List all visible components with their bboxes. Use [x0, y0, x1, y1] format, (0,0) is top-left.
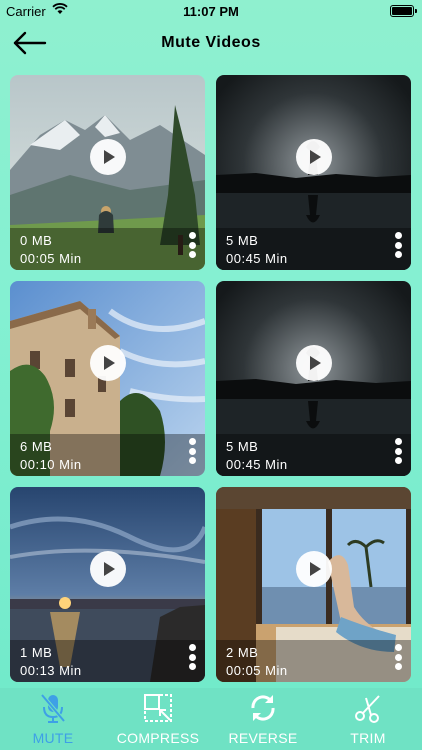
duration: 00:05 Min: [20, 251, 82, 266]
status-bar: Carrier 11:07 PM: [0, 0, 422, 22]
file-size: 5 MB: [226, 439, 259, 454]
tab-label: REVERSE: [228, 730, 298, 746]
tab-bar: MUTE COMPRESS REVERSE TRIM: [0, 688, 422, 750]
compress-icon: [144, 694, 172, 722]
page-title: Mute Videos: [161, 34, 261, 51]
video-card[interactable]: 6 MB 00:10 Min: [10, 281, 205, 476]
more-options-button[interactable]: [187, 644, 197, 676]
play-button[interactable]: [90, 551, 126, 587]
video-card[interactable]: 2 MB 00:05 Min: [216, 487, 411, 682]
video-card[interactable]: 5 MB 00:45 Min: [216, 75, 411, 270]
file-size: 2 MB: [226, 645, 259, 660]
tab-reverse[interactable]: REVERSE: [213, 692, 313, 750]
tab-label: MUTE: [32, 730, 74, 746]
scissors-icon: [355, 695, 380, 723]
duration: 00:45 Min: [226, 251, 288, 266]
play-button[interactable]: [296, 551, 332, 587]
more-options-button[interactable]: [393, 644, 403, 676]
file-size: 0 MB: [20, 233, 53, 248]
mic-off-icon: [40, 693, 66, 723]
tab-mute[interactable]: MUTE: [3, 692, 103, 750]
tab-trim[interactable]: TRIM: [318, 692, 418, 750]
tab-label: TRIM: [350, 730, 386, 746]
more-options-button[interactable]: [187, 232, 197, 264]
nav-bar: Mute Videos: [0, 22, 422, 66]
video-card[interactable]: 0 MB 00:05 Min: [10, 75, 205, 270]
more-options-button[interactable]: [393, 438, 403, 470]
clock: 11:07 PM: [183, 4, 239, 19]
reverse-icon: [251, 695, 275, 721]
more-options-button[interactable]: [393, 232, 403, 264]
duration: 00:05 Min: [226, 663, 288, 678]
duration: 00:13 Min: [20, 663, 82, 678]
play-button[interactable]: [296, 139, 332, 175]
play-button[interactable]: [296, 345, 332, 381]
duration: 00:10 Min: [20, 457, 82, 472]
play-button[interactable]: [90, 139, 126, 175]
video-card[interactable]: 1 MB 00:13 Min: [10, 487, 205, 682]
file-size: 5 MB: [226, 233, 259, 248]
file-size: 6 MB: [20, 439, 53, 454]
play-button[interactable]: [90, 345, 126, 381]
tab-compress[interactable]: COMPRESS: [108, 692, 208, 750]
battery-icon: [390, 5, 417, 17]
duration: 00:45 Min: [226, 457, 288, 472]
file-size: 1 MB: [20, 645, 53, 660]
tab-label: COMPRESS: [116, 730, 200, 746]
more-options-button[interactable]: [187, 438, 197, 470]
video-card[interactable]: 5 MB 00:45 Min: [216, 281, 411, 476]
